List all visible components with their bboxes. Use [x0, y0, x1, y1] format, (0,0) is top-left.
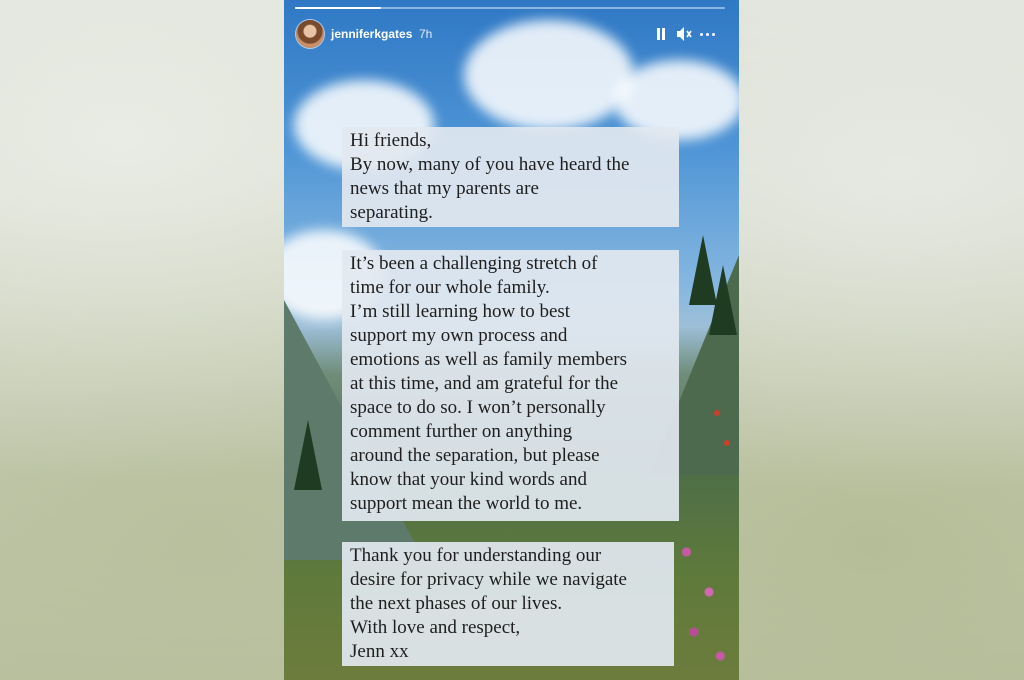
cloud	[464, 20, 634, 130]
pause-icon[interactable]	[655, 24, 667, 44]
avatar[interactable]	[296, 20, 324, 48]
timestamp: 7h	[419, 27, 433, 41]
tree	[709, 265, 737, 335]
story-text-block-greeting: Hi friends, By now, many of you have hea…	[342, 127, 679, 227]
username[interactable]: jenniferkgates	[331, 27, 412, 41]
story-text-block-closing: Thank you for understanding our desire f…	[342, 542, 674, 666]
story-progress-bar	[295, 7, 725, 9]
speaker-muted-icon[interactable]	[675, 24, 693, 44]
story-text-block-body: It’s been a challenging stretch of time …	[342, 250, 679, 521]
flower	[724, 440, 730, 446]
more-options-icon[interactable]	[700, 24, 718, 44]
flower	[714, 410, 720, 416]
story-progress-fill	[295, 7, 381, 9]
tree	[294, 420, 322, 490]
flowers	[664, 520, 739, 680]
